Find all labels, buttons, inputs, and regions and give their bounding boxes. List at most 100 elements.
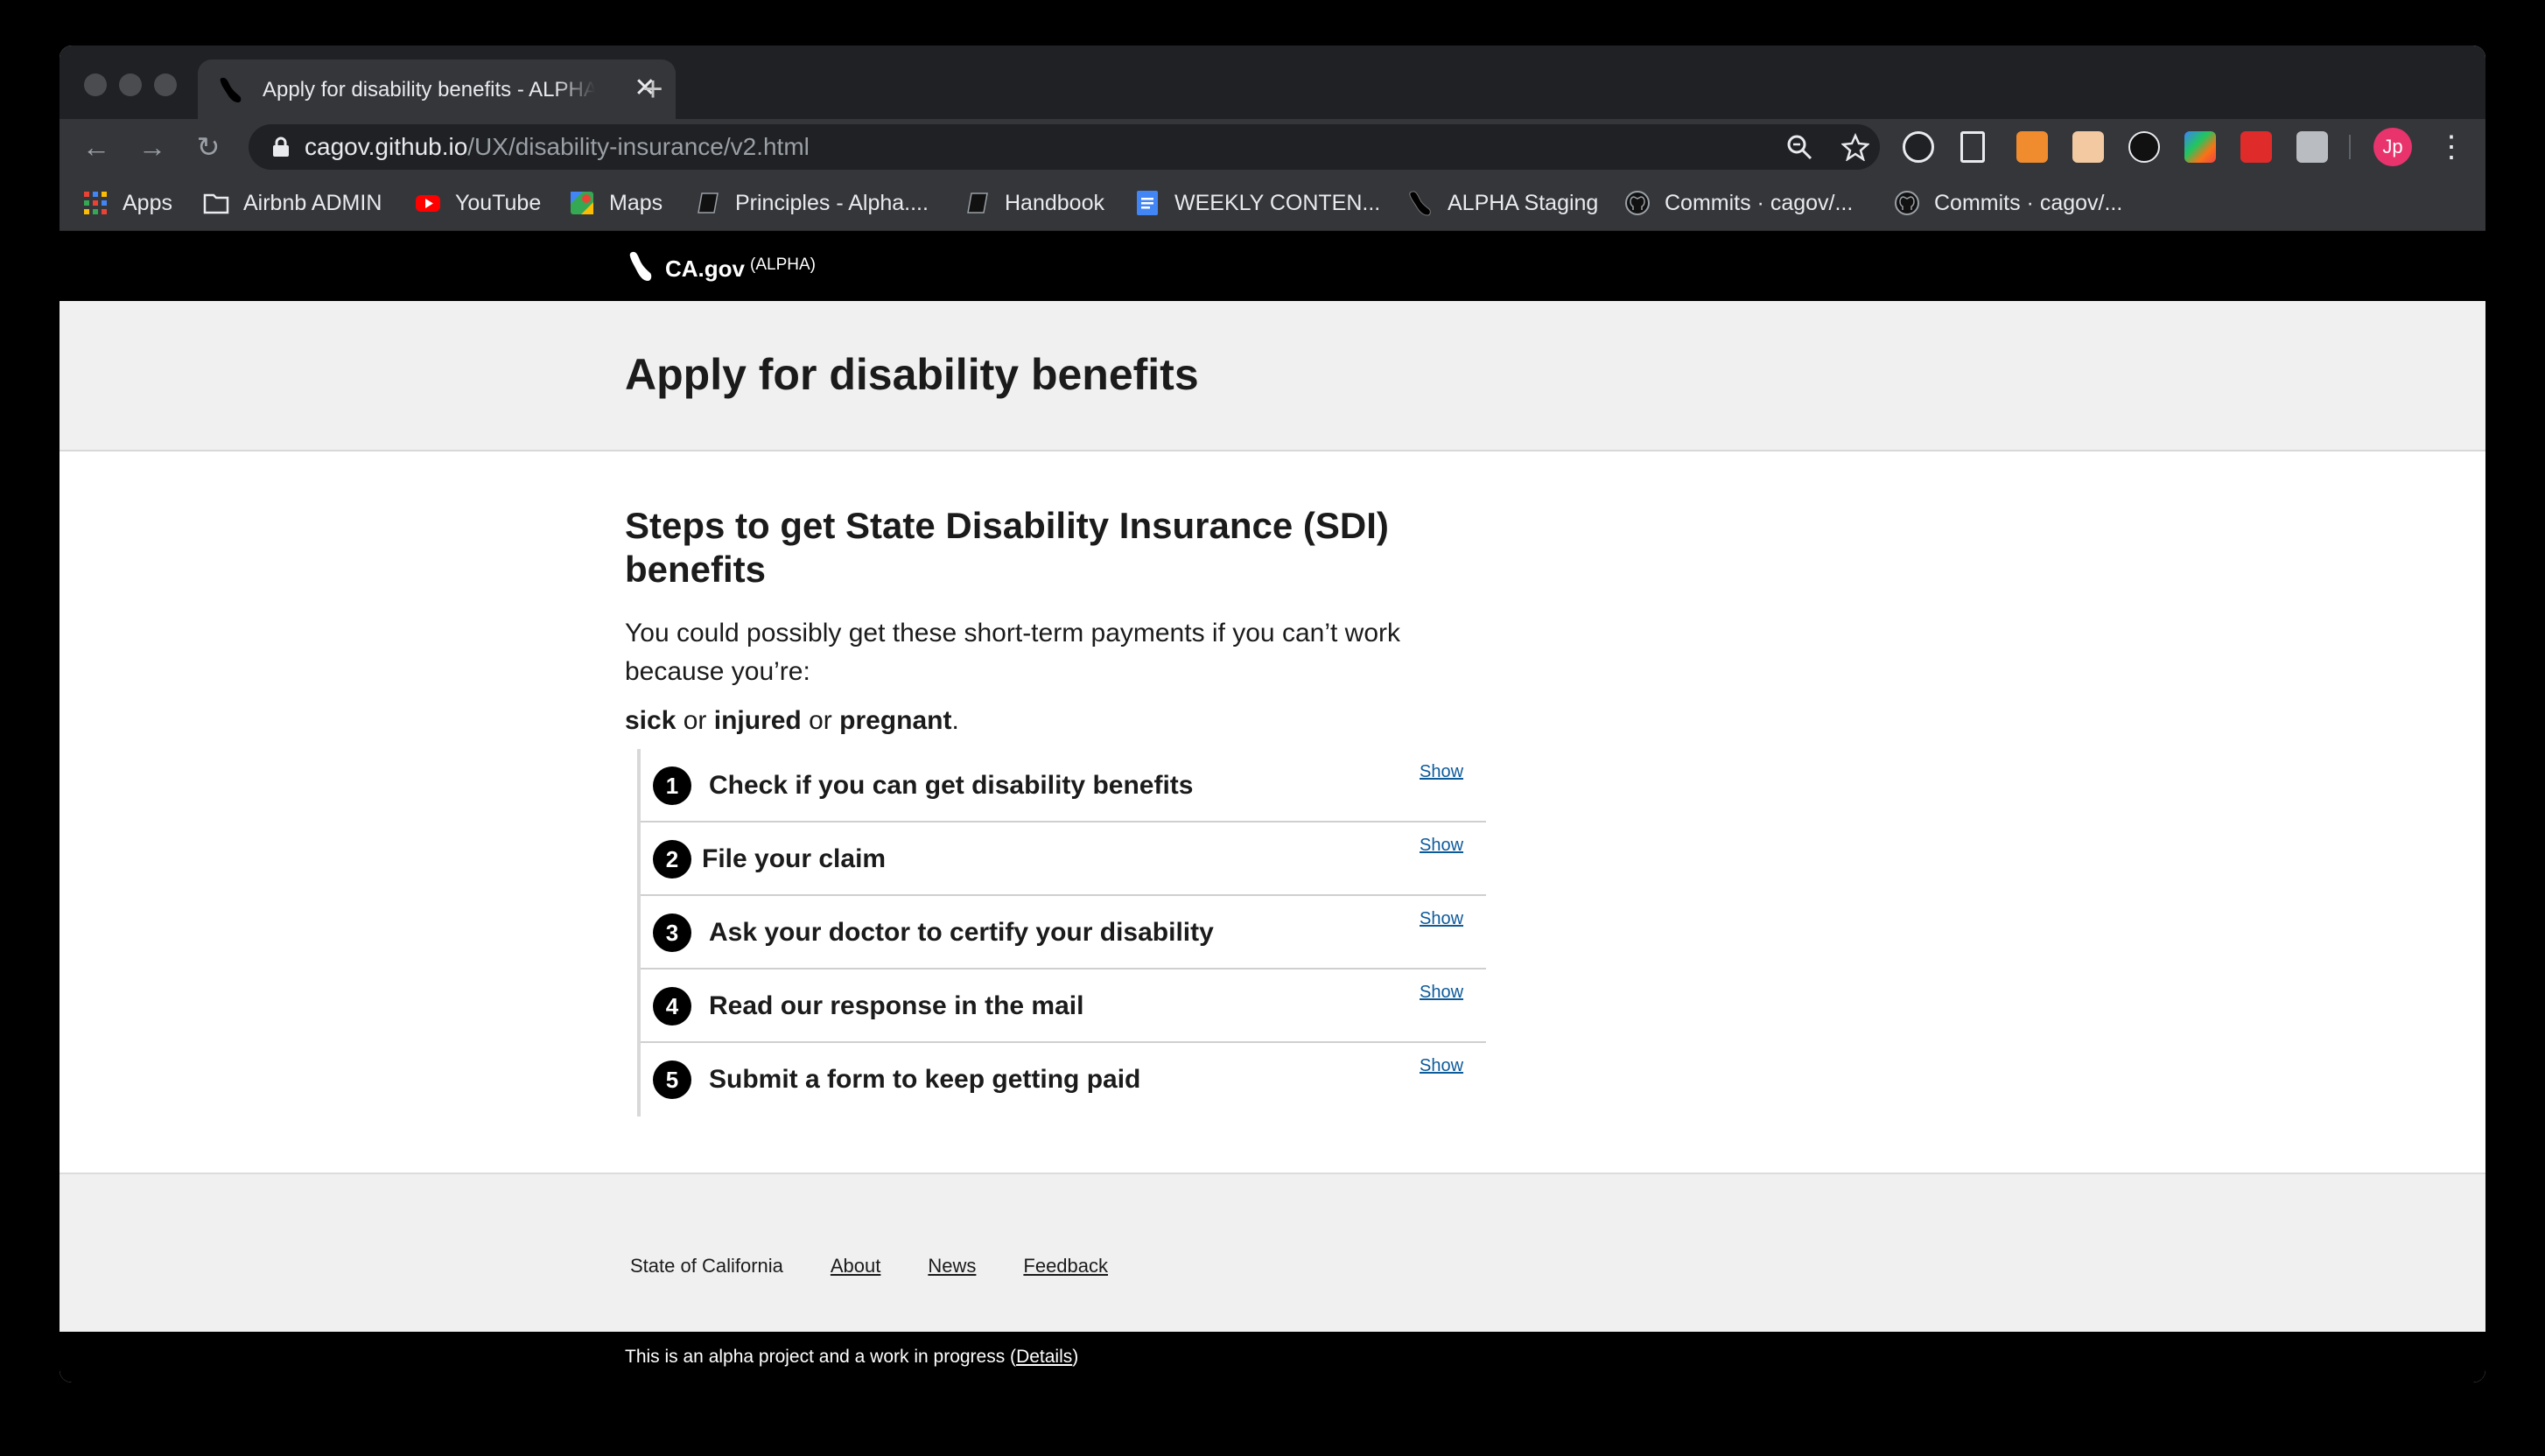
toolbar-separator <box>2349 135 2351 159</box>
footer-state-label: State of California <box>630 1255 783 1277</box>
zoom-icon[interactable] <box>1785 133 1813 161</box>
alpha-notice-bar: This is an alpha project and a work in p… <box>60 1332 2485 1382</box>
site-footer: State of California About News Feedback <box>60 1172 2485 1332</box>
extension-face-icon[interactable] <box>2072 131 2104 163</box>
bookmark-handbook[interactable]: Handbook <box>964 186 1104 220</box>
footer-link-news[interactable]: News <box>928 1253 976 1279</box>
conditions-connector: or <box>801 706 840 735</box>
step-show-toggle[interactable]: Show <box>1420 833 1463 858</box>
profile-avatar[interactable]: Jp <box>2373 128 2412 166</box>
extension-circle-icon[interactable] <box>1903 131 1934 163</box>
folder-icon <box>203 193 229 214</box>
bookmark-label: ALPHA Staging <box>1448 190 1599 215</box>
ca-bear-logo-icon[interactable] <box>628 250 655 284</box>
section-heading: Steps to get State Disability Insurance … <box>625 505 1389 590</box>
browser-menu-icon[interactable]: ⋮ <box>2436 128 2466 166</box>
footer-link-feedback[interactable]: Feedback <box>1023 1253 1108 1279</box>
google-docs-icon <box>1137 191 1158 215</box>
extension-dots-icon[interactable] <box>2240 131 2272 163</box>
alpha-notice-text: This is an alpha project and a work in p… <box>625 1347 1017 1367</box>
bookmark-alpha-staging[interactable]: ALPHA Staging <box>1407 186 1598 220</box>
extension-page-icon[interactable] <box>1960 131 1985 163</box>
bookmarks-bar: Apps Airbnb ADMIN YouTube Maps Principle… <box>60 175 2485 231</box>
notebook-icon <box>698 192 719 214</box>
bookmark-label: Commits · cagov/... <box>1665 190 1854 215</box>
bookmark-label: Maps <box>609 190 663 215</box>
condition-sick: sick <box>625 706 677 735</box>
active-tab[interactable]: Apply for disability benefits - ALPHA ✕ <box>198 60 676 119</box>
page-hero: Apply for disability benefits <box>60 301 2485 452</box>
reload-button[interactable]: ↻ <box>189 128 228 166</box>
url-text: cagov.github.io/UX/disability-insurance/… <box>305 133 810 161</box>
step-title: Check if you can get disability benefits <box>709 771 1194 800</box>
step-number-badge: 2 <box>653 840 691 878</box>
step-number-badge: 4 <box>653 987 691 1026</box>
step-number-badge: 3 <box>653 914 691 952</box>
step-title: File your claim <box>702 844 887 873</box>
step-item[interactable]: 3 Ask your doctor to certify your disabi… <box>641 896 1486 970</box>
step-number-badge: 5 <box>653 1060 691 1099</box>
url-host: cagov.github.io <box>305 133 468 160</box>
back-button[interactable]: ← <box>77 128 116 166</box>
extension-camera-icon[interactable] <box>2296 131 2328 163</box>
ca-bear-icon <box>220 77 242 102</box>
step-show-toggle[interactable]: Show <box>1420 906 1463 931</box>
bookmark-maps[interactable]: Maps <box>569 186 663 220</box>
conditions-connector: or <box>676 706 714 735</box>
window-close-button[interactable] <box>84 74 107 96</box>
step-item[interactable]: 1 Check if you can get disability benefi… <box>641 749 1486 822</box>
site-name: CA.gov <box>665 256 745 282</box>
bookmark-commits-1[interactable]: Commits · cagov/... <box>1624 186 1853 220</box>
bookmark-star-icon[interactable] <box>1841 133 1869 161</box>
site-logo-text[interactable]: CA.gov (ALPHA) <box>665 250 816 284</box>
github-icon <box>1625 191 1650 215</box>
browser-toolbar: ← → ↻ cagov.github.io/UX/disability-insu… <box>60 119 2485 175</box>
extension-chart-icon[interactable] <box>2016 131 2048 163</box>
extension-password-icon[interactable] <box>2128 131 2160 163</box>
step-number-badge: 1 <box>653 766 691 805</box>
bookmark-label: Airbnb ADMIN <box>243 190 382 215</box>
youtube-icon <box>416 195 440 212</box>
site-header: CA.gov (ALPHA) <box>60 231 2485 301</box>
bookmark-airbnb-admin[interactable]: Airbnb ADMIN <box>203 186 382 220</box>
github-icon <box>1895 191 1919 215</box>
step-item[interactable]: 4 Read our response in the mail Show <box>641 970 1486 1043</box>
notebook-icon <box>967 192 988 214</box>
condition-injured: injured <box>713 706 802 735</box>
details-link[interactable]: Details <box>1016 1347 1072 1367</box>
bookmark-label: Handbook <box>1005 190 1104 215</box>
url-path: /UX/disability-insurance/v2.html <box>467 133 810 160</box>
address-bar[interactable]: cagov.github.io/UX/disability-insurance/… <box>249 124 1880 170</box>
step-list: 1 Check if you can get disability benefi… <box>637 749 1486 1116</box>
bookmark-commits-2[interactable]: Commits · cagov/... <box>1894 186 2122 220</box>
step-item[interactable]: 5 Submit a form to keep getting paid Sho… <box>641 1043 1486 1116</box>
extension-rainbow-icon[interactable] <box>2184 131 2216 163</box>
bookmark-label: Commits · cagov/... <box>1934 190 2123 215</box>
footer-link-about[interactable]: About <box>831 1253 881 1279</box>
forward-button[interactable]: → <box>133 128 172 166</box>
step-show-toggle[interactable]: Show <box>1420 760 1463 784</box>
step-title: Ask your doctor to certify your disabili… <box>709 918 1214 947</box>
apps-grid-icon <box>84 192 107 214</box>
alpha-notice-end: ) <box>1072 1347 1079 1367</box>
step-show-toggle[interactable]: Show <box>1420 980 1463 1004</box>
window-zoom-button[interactable] <box>154 74 177 96</box>
new-tab-button[interactable]: + <box>635 72 670 107</box>
step-show-toggle[interactable]: Show <box>1420 1054 1463 1078</box>
window-minimize-button[interactable] <box>119 74 142 96</box>
alpha-badge: (ALPHA) <box>750 256 816 274</box>
bookmark-label: WEEKLY CONTEN... <box>1174 190 1381 215</box>
intro-text: You could possibly get these short-term … <box>625 619 1400 686</box>
browser-window: Apply for disability benefits - ALPHA ✕ … <box>60 46 2485 1382</box>
tab-strip: Apply for disability benefits - ALPHA ✕ … <box>60 46 2485 119</box>
alpha-notice: This is an alpha project and a work in p… <box>625 1344 1078 1370</box>
main-content: Steps to get State Disability Insurance … <box>625 504 1553 740</box>
step-item[interactable]: 2 File your claim Show <box>641 822 1486 896</box>
conditions-end: . <box>951 706 959 735</box>
bookmark-apps[interactable]: Apps <box>82 186 172 220</box>
bookmark-youtube[interactable]: YouTube <box>415 186 541 220</box>
bookmark-principles[interactable]: Principles - Alpha.... <box>695 186 929 220</box>
bookmark-label: Principles - Alpha.... <box>735 190 929 215</box>
bookmark-weekly-content[interactable]: WEEKLY CONTEN... <box>1134 186 1380 220</box>
lock-icon <box>273 136 289 157</box>
